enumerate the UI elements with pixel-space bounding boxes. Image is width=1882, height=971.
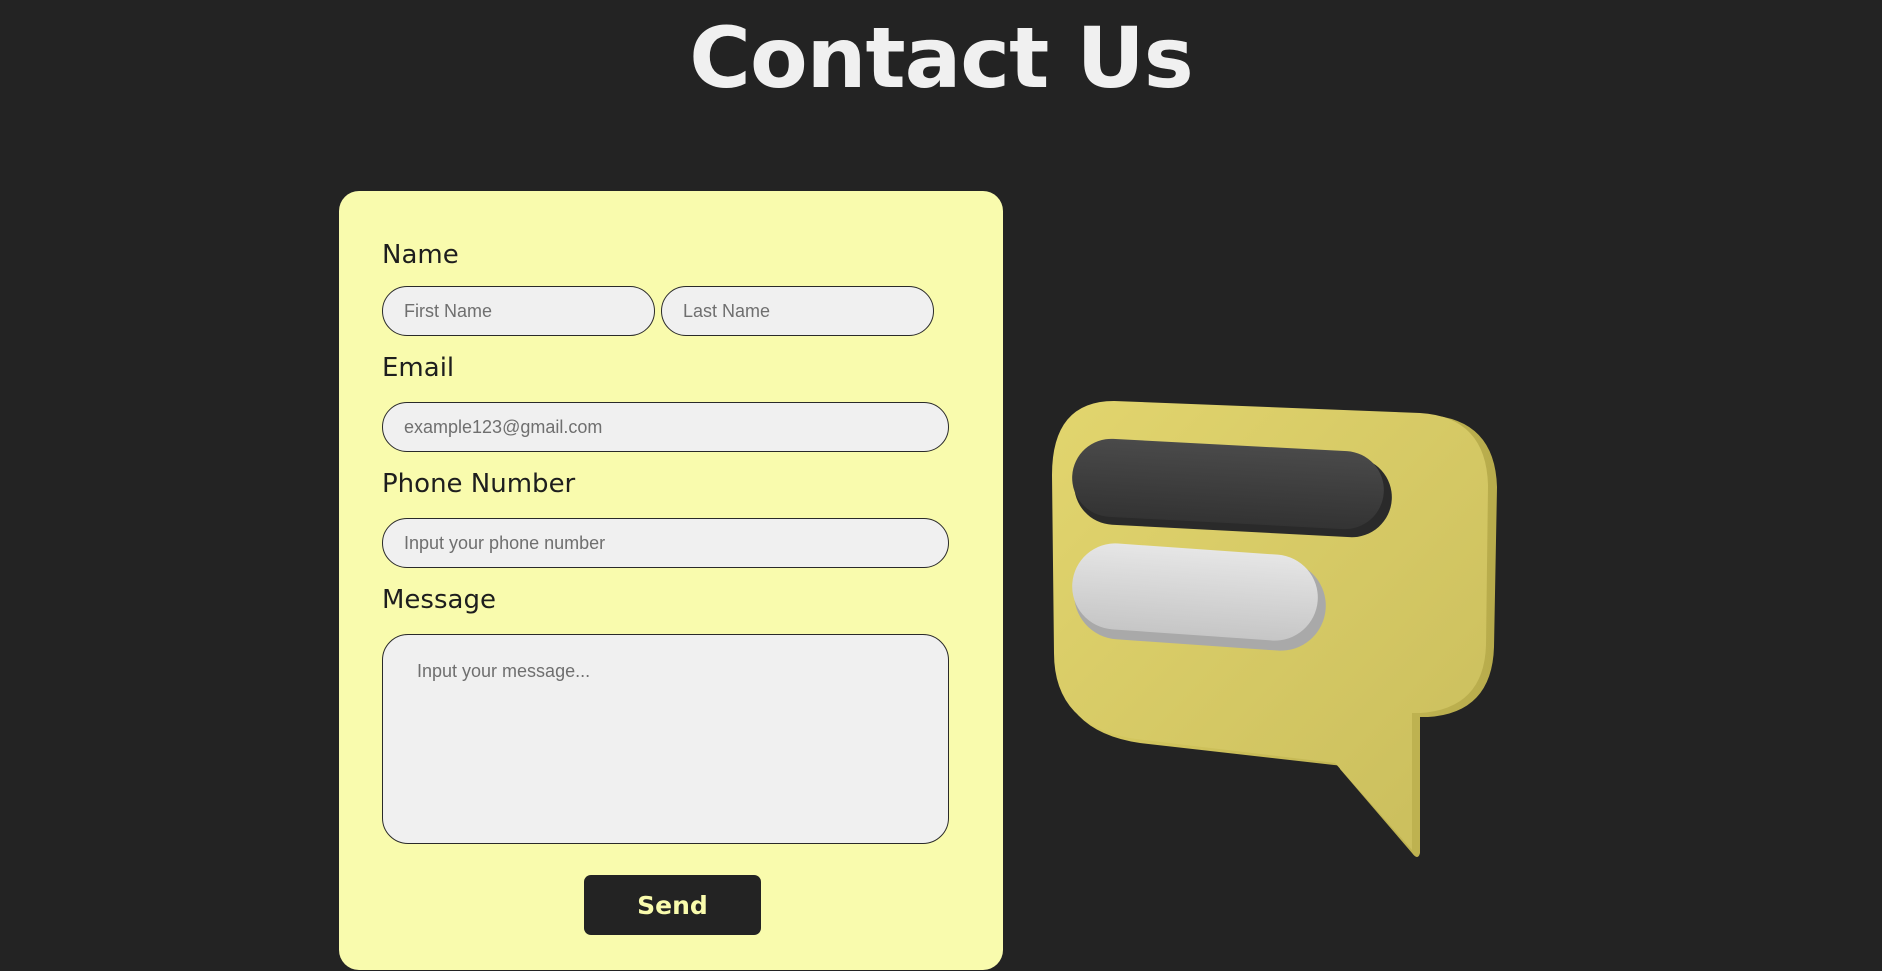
last-name-input[interactable]	[661, 286, 934, 336]
page-title: Contact Us	[689, 9, 1193, 107]
contact-page: Contact Us Name Email Phone Number Messa…	[0, 0, 1882, 971]
send-button[interactable]: Send	[584, 875, 761, 935]
name-label: Name	[382, 240, 459, 270]
email-input[interactable]	[382, 402, 949, 452]
contact-form: Name Email Phone Number Message Send	[339, 191, 1003, 970]
message-label: Message	[382, 585, 496, 615]
phone-input[interactable]	[382, 518, 949, 568]
email-label: Email	[382, 353, 455, 383]
chat-bubble-icon	[1052, 401, 1497, 857]
first-name-input[interactable]	[382, 286, 655, 336]
message-textarea[interactable]	[382, 634, 949, 844]
phone-label: Phone Number	[382, 469, 576, 499]
